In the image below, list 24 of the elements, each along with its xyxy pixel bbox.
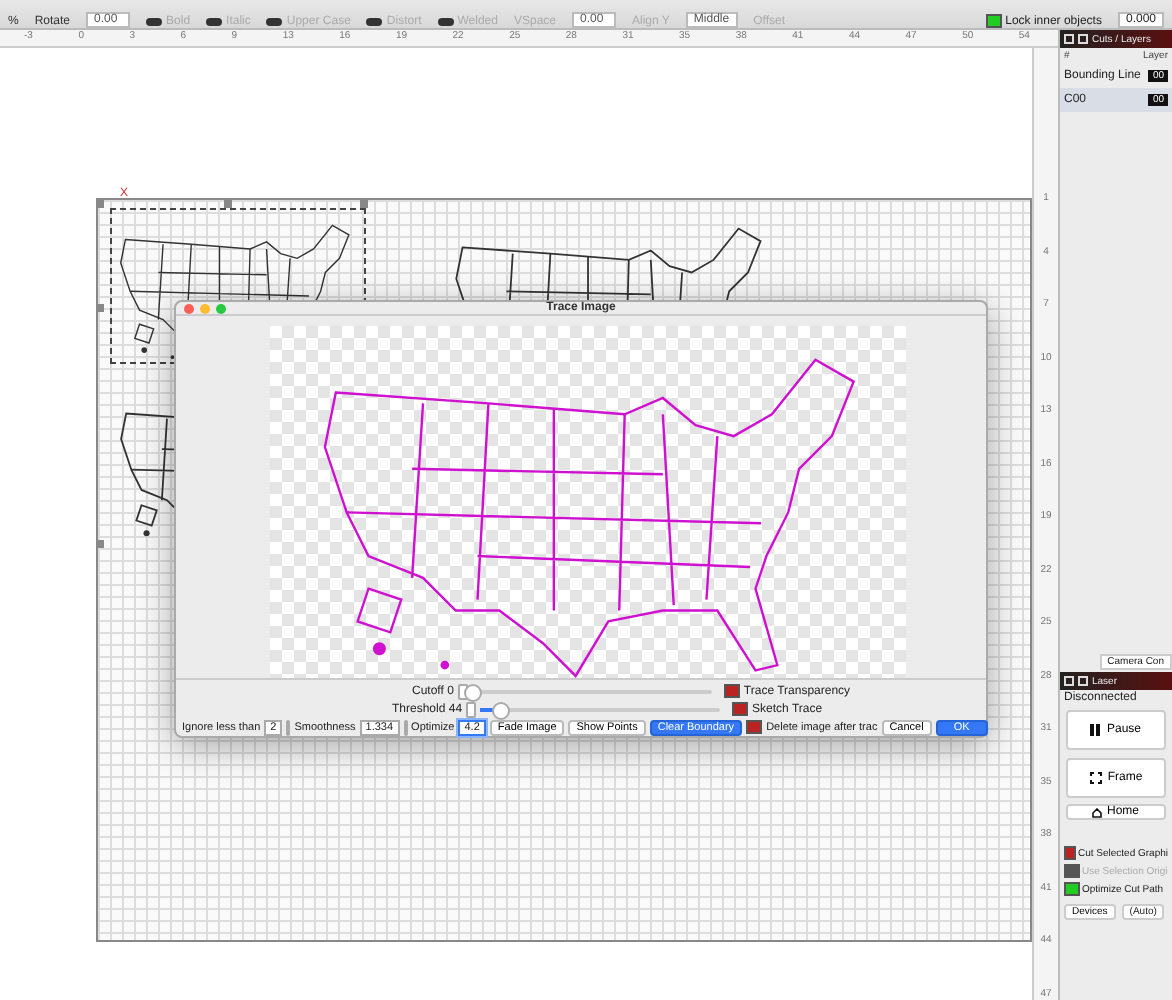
toggle-switch[interactable] xyxy=(146,18,163,26)
checkbox[interactable] xyxy=(985,14,1002,28)
selection-handle[interactable] xyxy=(96,200,104,208)
minimize-icon[interactable] xyxy=(200,303,210,313)
pause-icon xyxy=(1090,724,1101,736)
checkbox[interactable] xyxy=(732,702,749,716)
stepper[interactable] xyxy=(286,719,291,735)
selection-handle[interactable] xyxy=(360,200,368,208)
maximize-icon[interactable] xyxy=(216,303,226,313)
checkbox[interactable] xyxy=(746,720,763,734)
frame-icon xyxy=(1089,772,1102,784)
checkbox[interactable] xyxy=(723,684,740,698)
toggle-switch[interactable] xyxy=(266,18,283,26)
stepper[interactable] xyxy=(403,719,408,735)
home-icon xyxy=(1092,807,1103,817)
checkbox[interactable] xyxy=(1064,846,1076,860)
toggle-switch[interactable] xyxy=(366,18,383,26)
selection-handle[interactable] xyxy=(96,304,104,312)
toggle-switch[interactable] xyxy=(437,18,454,26)
selection-handle[interactable] xyxy=(224,200,232,208)
selection-handle[interactable] xyxy=(96,540,104,548)
close-icon[interactable] xyxy=(184,303,194,313)
toggle-switch[interactable] xyxy=(206,18,223,26)
checkbox[interactable] xyxy=(1064,882,1080,896)
